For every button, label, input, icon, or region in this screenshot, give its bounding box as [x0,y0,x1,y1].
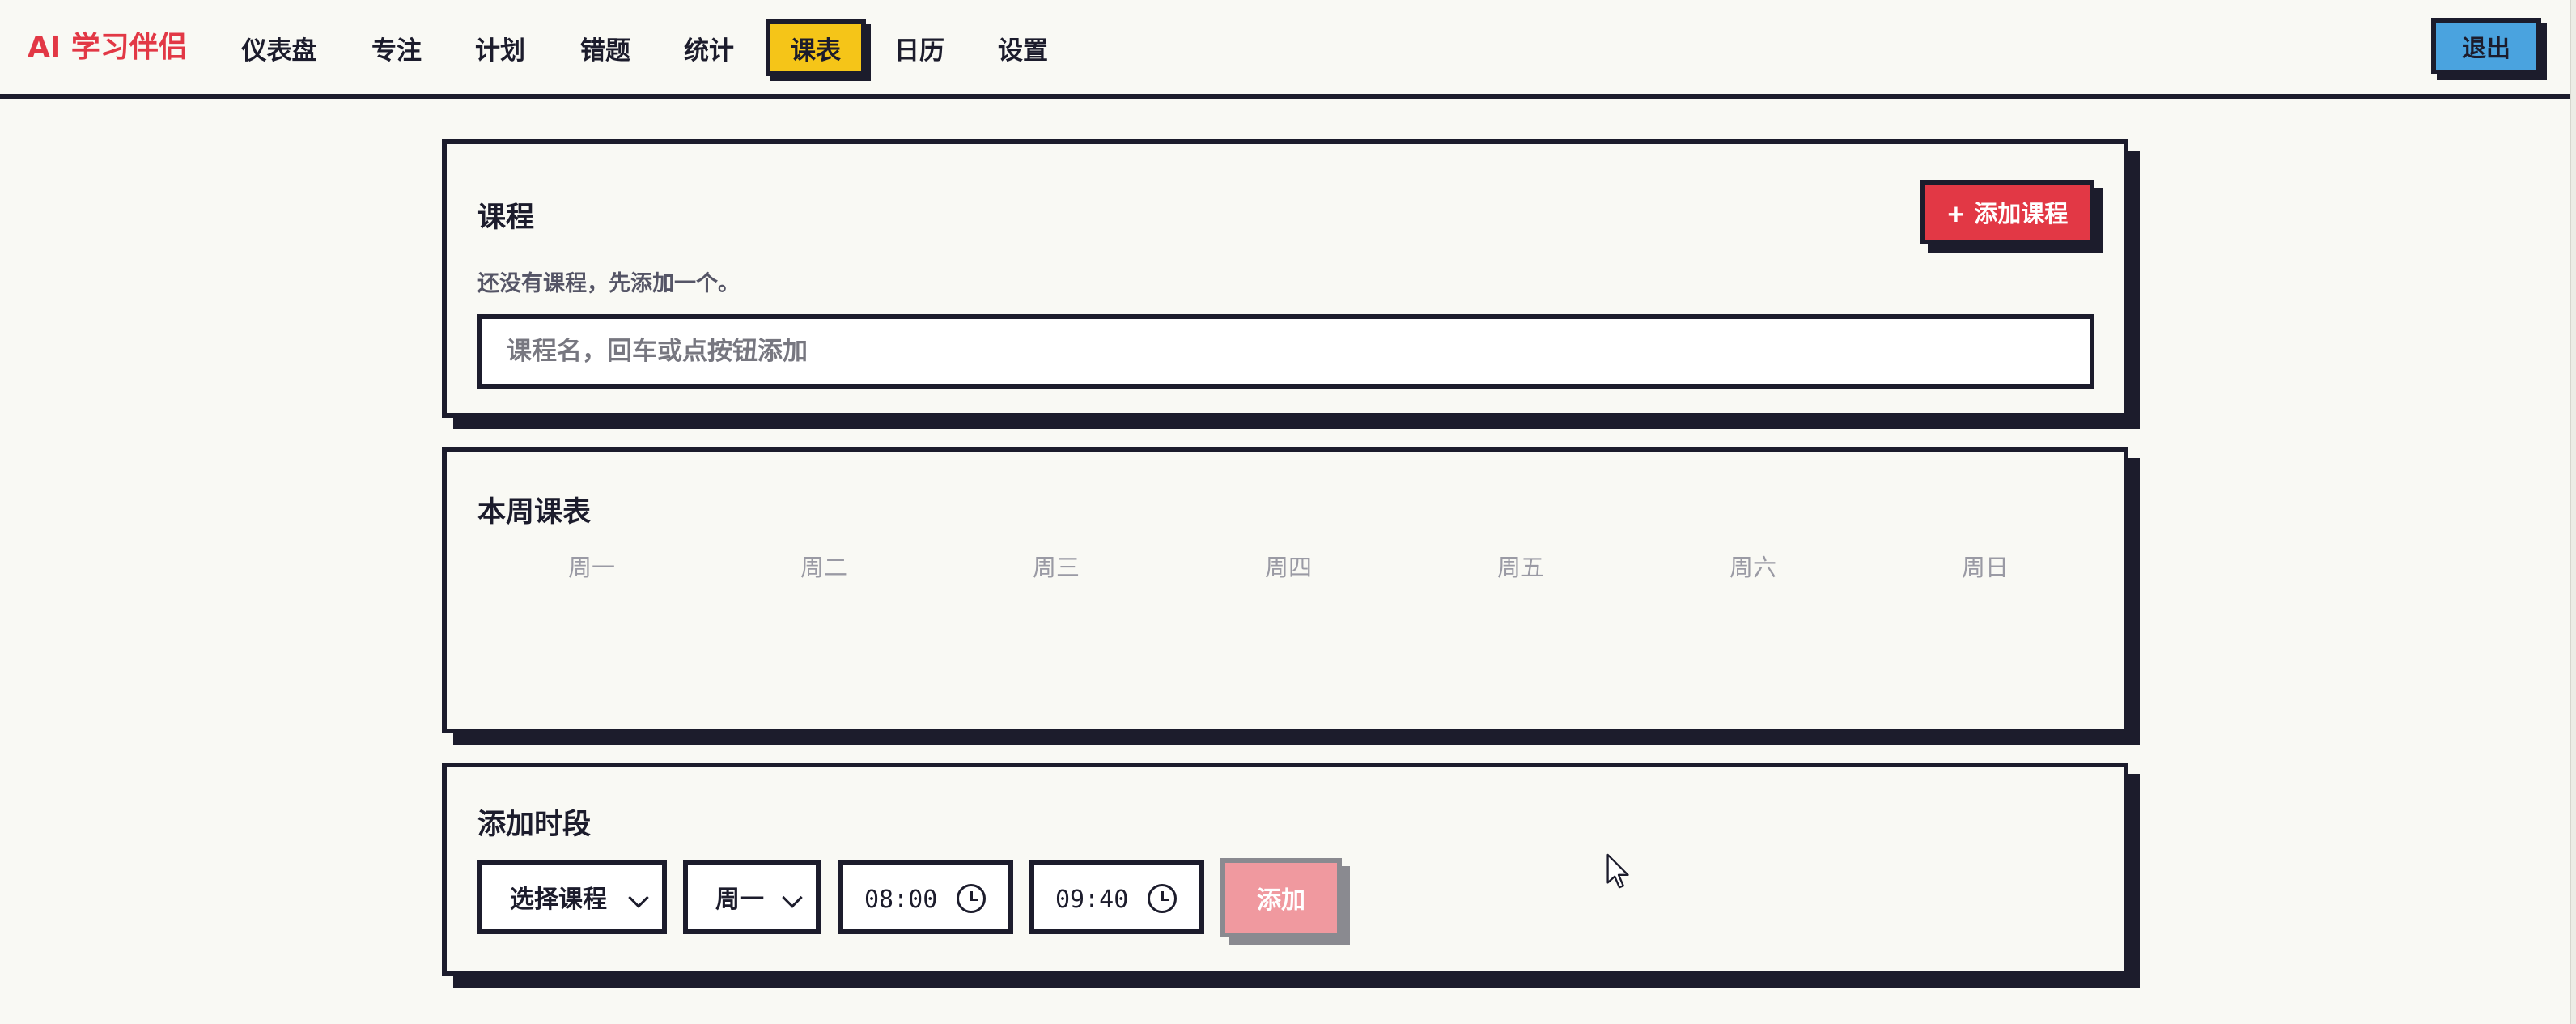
day-header-mon: 周一 [567,554,615,581]
add-course-button[interactable]: + 添加课程 [1920,180,2094,244]
course-name-input[interactable] [477,314,2094,389]
day-header-wed: 周三 [1032,554,1080,581]
add-slot-card: 添加时段 选择课程 周一 08:00 09:40 添加 [442,763,2128,976]
courses-card: 课程 + 添加课程 还没有课程，先添加一个。 [442,139,2128,418]
nav-item-dashboard[interactable]: 仪表盘 [228,19,330,76]
mouse-cursor-icon [1606,853,1629,889]
day-header-sun: 周日 [1961,554,2009,581]
nav-item-timetable[interactable]: 课表 [766,19,866,76]
start-time-input[interactable]: 08:00 [838,860,1013,934]
weekly-timetable-card: 本周课表 周一 周二 周三 周四 周五 周六 周日 [442,447,2128,733]
app-logo[interactable]: AI 学习伴侣 [28,28,188,68]
day-header-fri: 周五 [1496,554,1544,581]
nav-item-focus[interactable]: 专注 [363,19,431,76]
day-header-sat: 周六 [1729,554,1776,581]
add-slot-title: 添加时段 [477,809,592,841]
day-header-tue: 周二 [800,554,847,581]
courses-title: 课程 [477,202,535,234]
weekly-timetable-title: 本周课表 [477,496,592,529]
course-select[interactable]: 选择课程 [477,860,667,934]
page-scrollbar[interactable] [2570,0,2576,1024]
courses-empty-hint: 还没有课程，先添加一个。 [477,271,740,296]
day-select-value: 周一 [715,886,764,914]
nav-item-mistakes[interactable]: 错题 [571,19,639,76]
chevron-down-icon [782,887,803,908]
start-time-value: 08:00 [864,886,938,914]
chevron-down-icon [628,887,649,908]
clock-icon[interactable] [1148,884,1177,913]
end-time-value: 09:40 [1055,886,1129,914]
add-slot-button[interactable]: 添加 [1220,858,1342,937]
nav-item-stats[interactable]: 统计 [675,19,743,76]
course-select-value: 选择课程 [510,886,607,914]
day-select[interactable]: 周一 [683,860,821,934]
clock-icon[interactable] [957,884,986,913]
day-header-thu: 周四 [1264,554,1312,581]
logout-button[interactable]: 退出 [2431,18,2541,74]
end-time-input[interactable]: 09:40 [1029,860,1204,934]
nav-item-calendar[interactable]: 日历 [885,19,953,76]
nav-item-plan[interactable]: 计划 [466,19,534,76]
nav-item-settings[interactable]: 设置 [989,19,1057,76]
top-nav-bar: AI 学习伴侣 仪表盘 专注 计划 错题 统计 课表 日历 设置 退出 [0,0,2576,99]
